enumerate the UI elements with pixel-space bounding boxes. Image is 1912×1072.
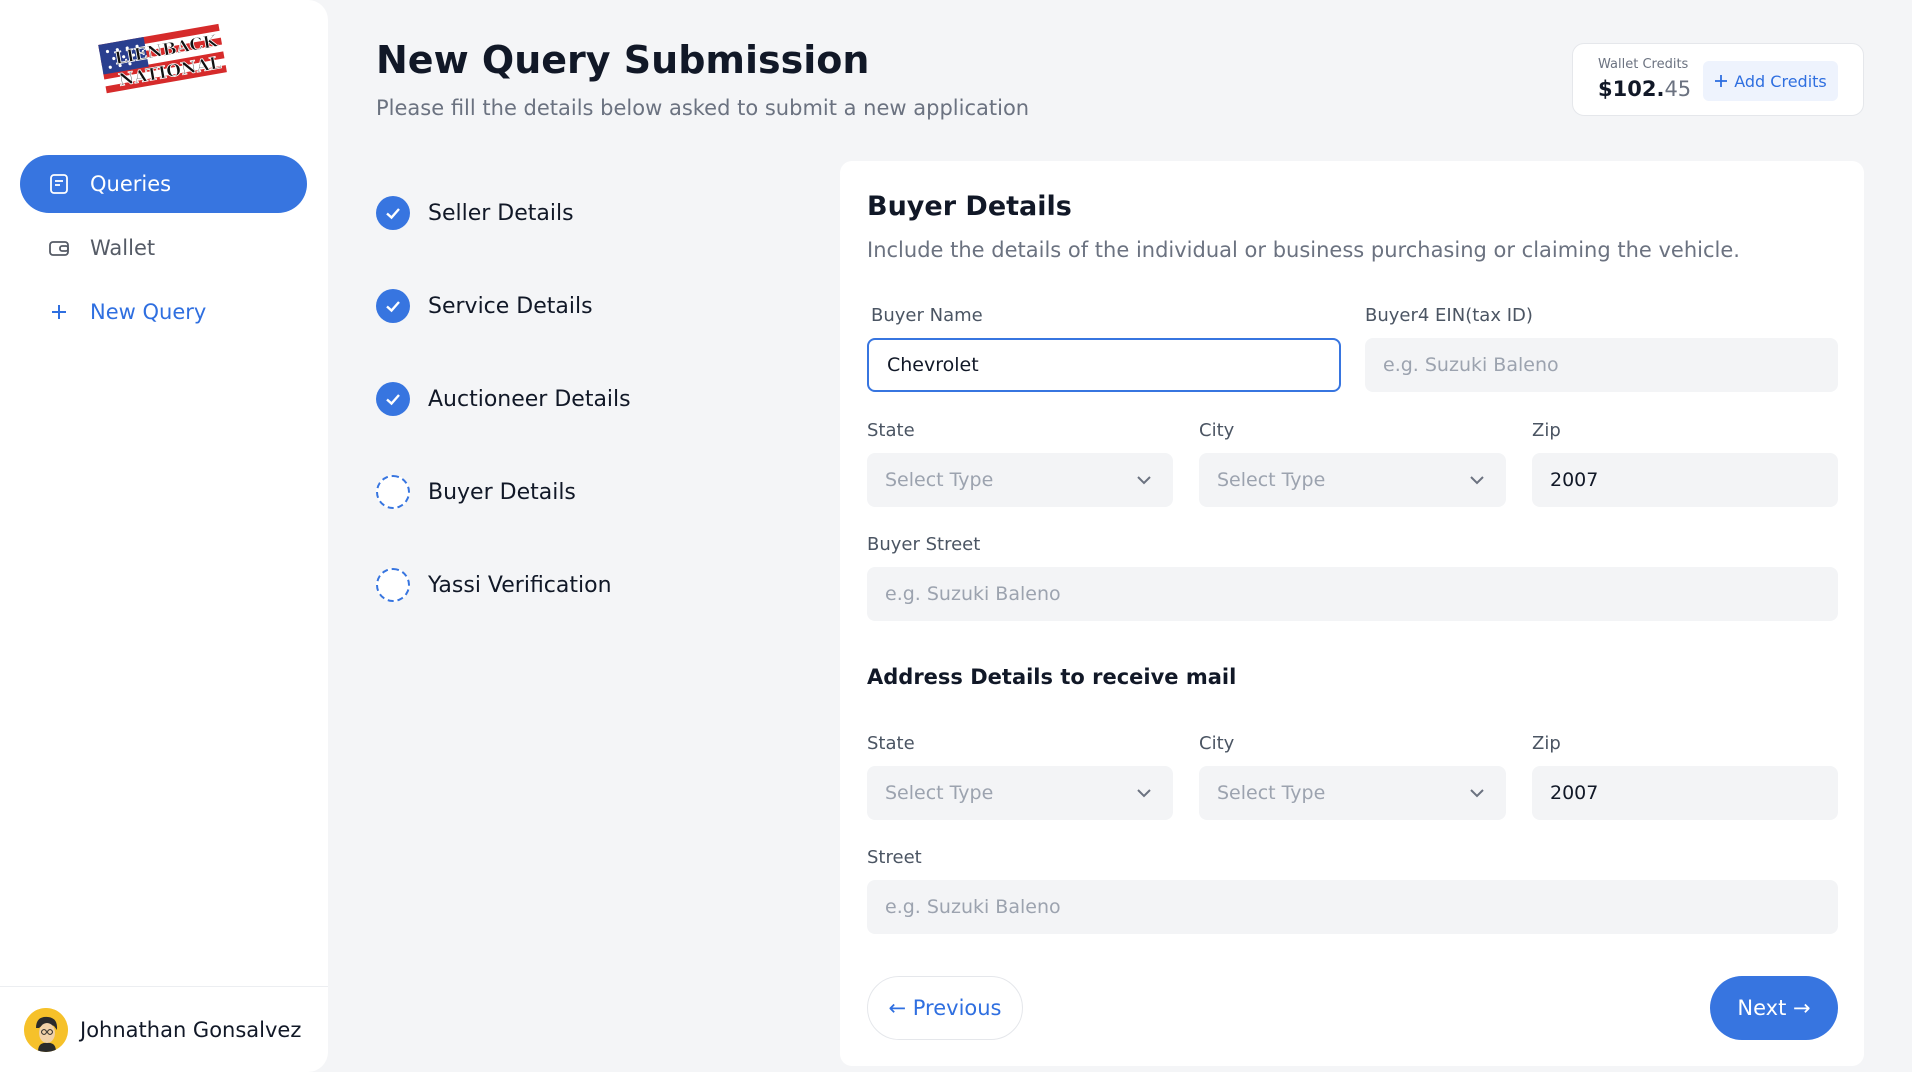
step-label: Service Details [428, 293, 593, 319]
street-label: Street [867, 847, 922, 868]
document-icon [46, 171, 72, 197]
wallet-amount: $102.45 [1598, 77, 1691, 101]
street-placeholder: e.g. Suzuki Baleno [885, 896, 1061, 918]
state-select-placeholder: Select Type [885, 469, 994, 491]
wallet-amount-cents: 45 [1664, 77, 1692, 101]
step-label: Yassi Verification [428, 572, 612, 598]
user-profile[interactable]: Johnathan Gonsalvez [0, 986, 328, 1072]
buyer-ein-placeholder: e.g. Suzuki Baleno [1383, 354, 1559, 376]
step-label: Seller Details [428, 200, 574, 226]
pending-step-icon [376, 475, 410, 509]
form-subtitle: Include the details of the individual or… [867, 238, 1740, 262]
sidebar-item-new-query[interactable]: New Query [20, 283, 307, 341]
chevron-down-icon [1137, 476, 1151, 485]
wallet-icon [46, 235, 72, 261]
buyer-name-input[interactable]: Chevrolet [867, 338, 1341, 392]
state-select[interactable]: Select Type [867, 453, 1173, 507]
check-icon [376, 196, 410, 230]
sidebar: LIENBACK NATIONAL Queries Wallet New Que… [0, 0, 328, 1072]
buyer-street-label: Buyer Street [867, 534, 981, 555]
mail-state-label: State [867, 733, 915, 754]
sidebar-item-label: Wallet [90, 236, 156, 260]
plus-icon [1714, 74, 1728, 88]
buyer-street-input[interactable]: e.g. Suzuki Baleno [867, 567, 1838, 621]
form-title: Buyer Details [867, 191, 1072, 222]
check-icon [376, 289, 410, 323]
mail-zip-input[interactable]: 2007 [1532, 766, 1838, 820]
street-input[interactable]: e.g. Suzuki Baleno [867, 880, 1838, 934]
previous-button-label: ← Previous [888, 996, 1002, 1020]
sidebar-item-queries[interactable]: Queries [20, 155, 307, 213]
chevron-down-icon [1137, 789, 1151, 798]
add-credits-button[interactable]: Add Credits [1703, 61, 1838, 101]
progress-steps: Seller Details Service Details Auctionee… [376, 196, 631, 661]
check-icon [376, 382, 410, 416]
mail-zip-label: Zip [1532, 733, 1561, 754]
buyer-name-value: Chevrolet [887, 354, 979, 376]
sidebar-item-label: Queries [90, 172, 172, 196]
user-name: Johnathan Gonsalvez [80, 1017, 302, 1042]
wallet-credits-card: Wallet Credits $102.45 Add Credits [1572, 43, 1864, 116]
step-buyer-details[interactable]: Buyer Details [376, 475, 631, 509]
city-label: City [1199, 420, 1235, 441]
zip-label: Zip [1532, 420, 1561, 441]
lienback-national-logo[interactable]: LIENBACK NATIONAL [96, 20, 230, 102]
state-label: State [867, 420, 915, 441]
buyer-name-label: Buyer Name [871, 305, 983, 326]
city-select[interactable]: Select Type [1199, 453, 1506, 507]
step-auctioneer-details[interactable]: Auctioneer Details [376, 382, 631, 416]
avatar [24, 1007, 68, 1052]
sidebar-item-wallet[interactable]: Wallet [20, 219, 307, 277]
buyer-street-placeholder: e.g. Suzuki Baleno [885, 583, 1061, 605]
zip-input[interactable]: 2007 [1532, 453, 1838, 507]
mail-address-section-title: Address Details to receive mail [867, 665, 1237, 689]
mail-state-placeholder: Select Type [885, 782, 994, 804]
step-label: Buyer Details [428, 479, 576, 505]
city-select-placeholder: Select Type [1217, 469, 1326, 491]
add-credits-label: Add Credits [1734, 71, 1827, 91]
step-yassi-verification[interactable]: Yassi Verification [376, 568, 631, 602]
page-title: New Query Submission [376, 38, 870, 82]
chevron-down-icon [1470, 789, 1484, 798]
mail-state-select[interactable]: Select Type [867, 766, 1173, 820]
buyer-ein-label: Buyer4 EIN(tax ID) [1365, 305, 1533, 326]
step-seller-details[interactable]: Seller Details [376, 196, 631, 230]
mail-city-select[interactable]: Select Type [1199, 766, 1506, 820]
step-label: Auctioneer Details [428, 386, 631, 412]
page-subtitle: Please fill the details below asked to s… [376, 96, 1030, 120]
wallet-amount-main: $102. [1598, 77, 1665, 101]
sidebar-item-label: New Query [90, 300, 207, 324]
buyer-ein-input[interactable]: e.g. Suzuki Baleno [1365, 338, 1838, 392]
wallet-credits-label: Wallet Credits [1598, 57, 1689, 72]
mail-zip-value: 2007 [1550, 782, 1599, 804]
pending-step-icon [376, 568, 410, 602]
step-service-details[interactable]: Service Details [376, 289, 631, 323]
mail-city-label: City [1199, 733, 1235, 754]
buyer-details-form: Buyer Details Include the details of the… [840, 161, 1864, 1066]
next-button-label: Next → [1737, 996, 1811, 1020]
next-button[interactable]: Next → [1710, 976, 1838, 1040]
plus-icon [46, 299, 72, 325]
chevron-down-icon [1470, 476, 1484, 485]
mail-city-placeholder: Select Type [1217, 782, 1326, 804]
previous-button[interactable]: ← Previous [867, 976, 1023, 1040]
zip-value: 2007 [1550, 469, 1599, 491]
sidebar-nav: Queries Wallet New Query [20, 155, 307, 347]
